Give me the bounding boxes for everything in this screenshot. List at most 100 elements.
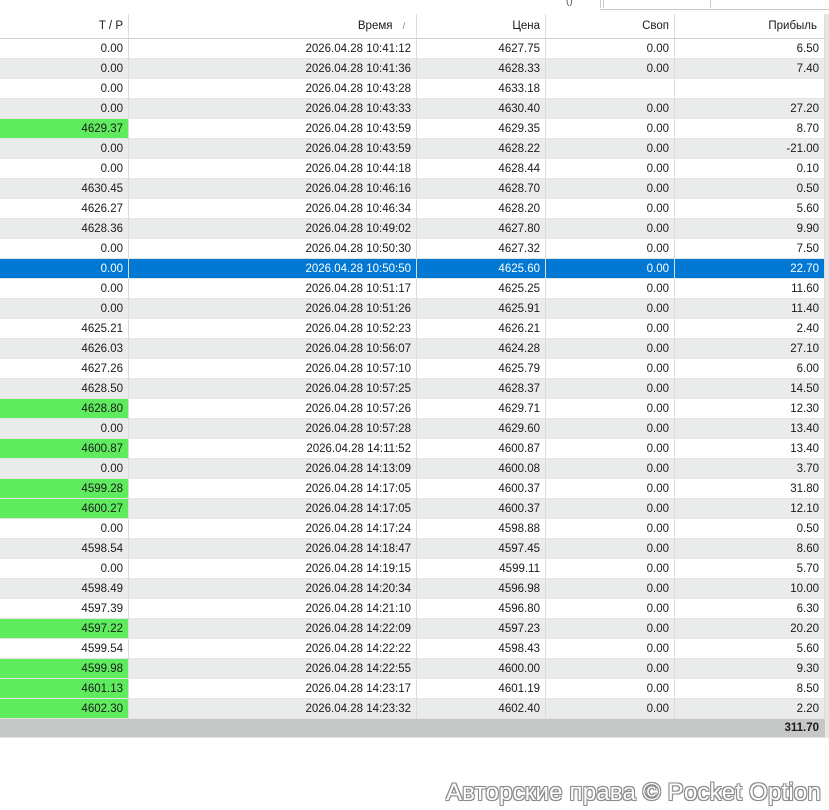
table-row[interactable]: 0.00 2026.04.28 10:50:50 4625.60 0.00 22.70 [0, 258, 825, 279]
cell-tp: 4600.27 [0, 498, 129, 519]
table-row[interactable]: 0.00 2026.04.28 10:41:12 4627.75 0.00 6.50 [0, 38, 825, 59]
cell-time: 2026.04.28 14:18:47 [128, 538, 417, 559]
cell-time: 2026.04.28 10:41:12 [128, 38, 417, 59]
table-row[interactable]: 0.00 2026.04.28 10:51:17 4625.25 0.00 11.60 [0, 278, 825, 299]
cell-time: 2026.04.28 10:43:59 [128, 138, 417, 159]
table-row[interactable]: 0.00 2026.04.28 10:50:30 4627.32 0.00 7.50 [0, 238, 825, 259]
table-row[interactable]: 4602.30 2026.04.28 14:23:32 4602.40 0.00 2.2… [0, 698, 825, 719]
cell-swap: 0.00 [545, 358, 675, 379]
table-row[interactable]: 4628.50 2026.04.28 10:57:25 4628.37 0.00 14.… [0, 378, 825, 399]
table-row[interactable]: 0.00 2026.04.28 14:13:09 4600.08 0.00 3.70 [0, 458, 825, 479]
cell-profit: 22.70 [674, 258, 825, 279]
tab-strip[interactable] [600, 0, 829, 10]
cell-profit: 12.30 [674, 398, 825, 419]
table-row[interactable]: 0.00 2026.04.28 14:17:24 4598.88 0.00 0.50 [0, 518, 825, 539]
cell-tp: 4627.26 [0, 358, 129, 379]
cell-profit: 5.60 [674, 638, 825, 659]
table-row[interactable]: 0.00 2026.04.28 10:44:18 4628.44 0.00 0.10 [0, 158, 825, 179]
cell-profit: 27.10 [674, 338, 825, 359]
table-row[interactable]: 4599.98 2026.04.28 14:22:55 4600.00 0.00 9.3… [0, 658, 825, 679]
cell-time: 2026.04.28 10:46:34 [128, 198, 417, 219]
column-header-profit[interactable]: Прибыль [674, 14, 825, 39]
table-row[interactable]: 4625.21 2026.04.28 10:52:23 4626.21 0.00 2.4… [0, 318, 825, 339]
total-profit: 311.70 [674, 718, 825, 738]
trade-history-grid: T / P Время / Цена Своп Прибыль 0.00 2026.… [0, 14, 829, 738]
table-row[interactable]: 4598.49 2026.04.28 14:20:34 4596.98 0.00 10.… [0, 578, 825, 599]
table-row[interactable]: 4628.80 2026.04.28 10:57:26 4629.71 0.00 12.… [0, 398, 825, 419]
cell-tp: 4626.27 [0, 198, 129, 219]
cell-time: 2026.04.28 14:19:15 [128, 558, 417, 579]
cell-swap: 0.00 [545, 158, 675, 179]
cell-price: 4627.32 [416, 238, 546, 259]
cell-time: 2026.04.28 14:21:10 [128, 598, 417, 619]
cell-price: 4627.75 [416, 38, 546, 59]
cell-price: 4629.35 [416, 118, 546, 139]
table-row[interactable]: 0.00 2026.04.28 10:57:28 4629.60 0.00 13.40 [0, 418, 825, 439]
cell-profit: 12.10 [674, 498, 825, 519]
cell-profit: 9.90 [674, 218, 825, 239]
cell-tp: 0.00 [0, 78, 129, 99]
cell-profit: 13.40 [674, 438, 825, 459]
table-row[interactable]: 4597.22 2026.04.28 14:22:09 4597.23 0.00 20.… [0, 618, 825, 639]
table-row[interactable]: 0.00 2026.04.28 10:43:33 4630.40 0.00 27.20 [0, 98, 825, 119]
cell-tp: 4630.45 [0, 178, 129, 199]
cell-tp: 4628.80 [0, 398, 129, 419]
cell-price: 4600.00 [416, 658, 546, 679]
cell-price: 4628.20 [416, 198, 546, 219]
table-row[interactable]: 4600.27 2026.04.28 14:17:05 4600.37 0.00 12.… [0, 498, 825, 519]
table-row[interactable]: 4601.13 2026.04.28 14:23:17 4601.19 0.00 8.5… [0, 678, 825, 699]
table-row[interactable]: 4626.03 2026.04.28 10:56:07 4624.28 0.00 27.… [0, 338, 825, 359]
column-header-price[interactable]: Цена [416, 14, 546, 39]
cell-swap: 0.00 [545, 658, 675, 679]
cell-profit: 10.00 [674, 578, 825, 599]
cell-time: 2026.04.28 10:50:30 [128, 238, 417, 259]
column-header-time[interactable]: Время / [128, 14, 417, 39]
cell-tp: 4599.28 [0, 478, 129, 499]
table-row[interactable]: 4598.54 2026.04.28 14:18:47 4597.45 0.00 8.6… [0, 538, 825, 559]
table-row[interactable]: 0.00 2026.04.28 14:19:15 4599.11 0.00 5.70 [0, 558, 825, 579]
cell-profit: 0.50 [674, 518, 825, 539]
cell-swap: 0.00 [545, 38, 675, 59]
table-row[interactable]: 0.00 2026.04.28 10:51:26 4625.91 0.00 11.40 [0, 298, 825, 319]
table-row[interactable]: 4600.87 2026.04.28 14:11:52 4600.87 0.00 13.… [0, 438, 825, 459]
table-row[interactable]: 4627.26 2026.04.28 10:57:10 4625.79 0.00 6.0… [0, 358, 825, 379]
cell-swap: 0.00 [545, 678, 675, 699]
cell-tp: 0.00 [0, 558, 129, 579]
vertical-scrollbar-edge[interactable] [825, 14, 829, 738]
table-row[interactable]: 4630.45 2026.04.28 10:46:16 4628.70 0.00 0.5… [0, 178, 825, 199]
cell-swap: 0.00 [545, 378, 675, 399]
table-row[interactable]: 4628.36 2026.04.28 10:49:02 4627.80 0.00 9.9… [0, 218, 825, 239]
column-header-tp[interactable]: T / P [0, 14, 129, 39]
cell-swap: 0.00 [545, 58, 675, 79]
cell-tp: 0.00 [0, 458, 129, 479]
table-row[interactable]: 4599.54 2026.04.28 14:22:22 4598.43 0.00 5.6… [0, 638, 825, 659]
cell-tp: 4601.13 [0, 678, 129, 699]
table-row[interactable]: 4626.27 2026.04.28 10:46:34 4628.20 0.00 5.6… [0, 198, 825, 219]
cell-time: 2026.04.28 10:43:59 [128, 118, 417, 139]
total-spacer [128, 718, 417, 738]
table-row[interactable]: 4629.37 2026.04.28 10:43:59 4629.35 0.00 8.7… [0, 118, 825, 139]
cell-swap: 0.00 [545, 98, 675, 119]
cell-price: 4628.70 [416, 178, 546, 199]
cell-tp: 4628.36 [0, 218, 129, 239]
cell-tp: 4600.87 [0, 438, 129, 459]
table-row[interactable]: 0.00 2026.04.28 10:41:36 4628.33 0.00 7.40 [0, 58, 825, 79]
column-header-swap[interactable]: Своп [545, 14, 675, 39]
cell-price: 4625.25 [416, 278, 546, 299]
cell-swap: 0.00 [545, 138, 675, 159]
cell-profit: -21.00 [674, 138, 825, 159]
cell-profit: 2.20 [674, 698, 825, 719]
cell-tp: 4598.49 [0, 578, 129, 599]
table-row[interactable]: 4597.39 2026.04.28 14:21:10 4596.80 0.00 6.3… [0, 598, 825, 619]
cell-profit: 8.50 [674, 678, 825, 699]
cell-profit: 5.70 [674, 558, 825, 579]
cell-profit: 27.20 [674, 98, 825, 119]
table-row[interactable]: 4599.28 2026.04.28 14:17:05 4600.37 0.00 31.… [0, 478, 825, 499]
cell-swap: 0.00 [545, 618, 675, 639]
table-row[interactable]: 0.00 2026.04.28 10:43:59 4628.22 0.00 -21.00 [0, 138, 825, 159]
cell-tp: 4599.98 [0, 658, 129, 679]
cell-swap: 0.00 [545, 578, 675, 599]
cell-price: 4600.37 [416, 478, 546, 499]
table-row[interactable]: 0.00 2026.04.28 10:43:28 4633.18 [0, 78, 825, 99]
cell-time: 2026.04.28 10:46:16 [128, 178, 417, 199]
